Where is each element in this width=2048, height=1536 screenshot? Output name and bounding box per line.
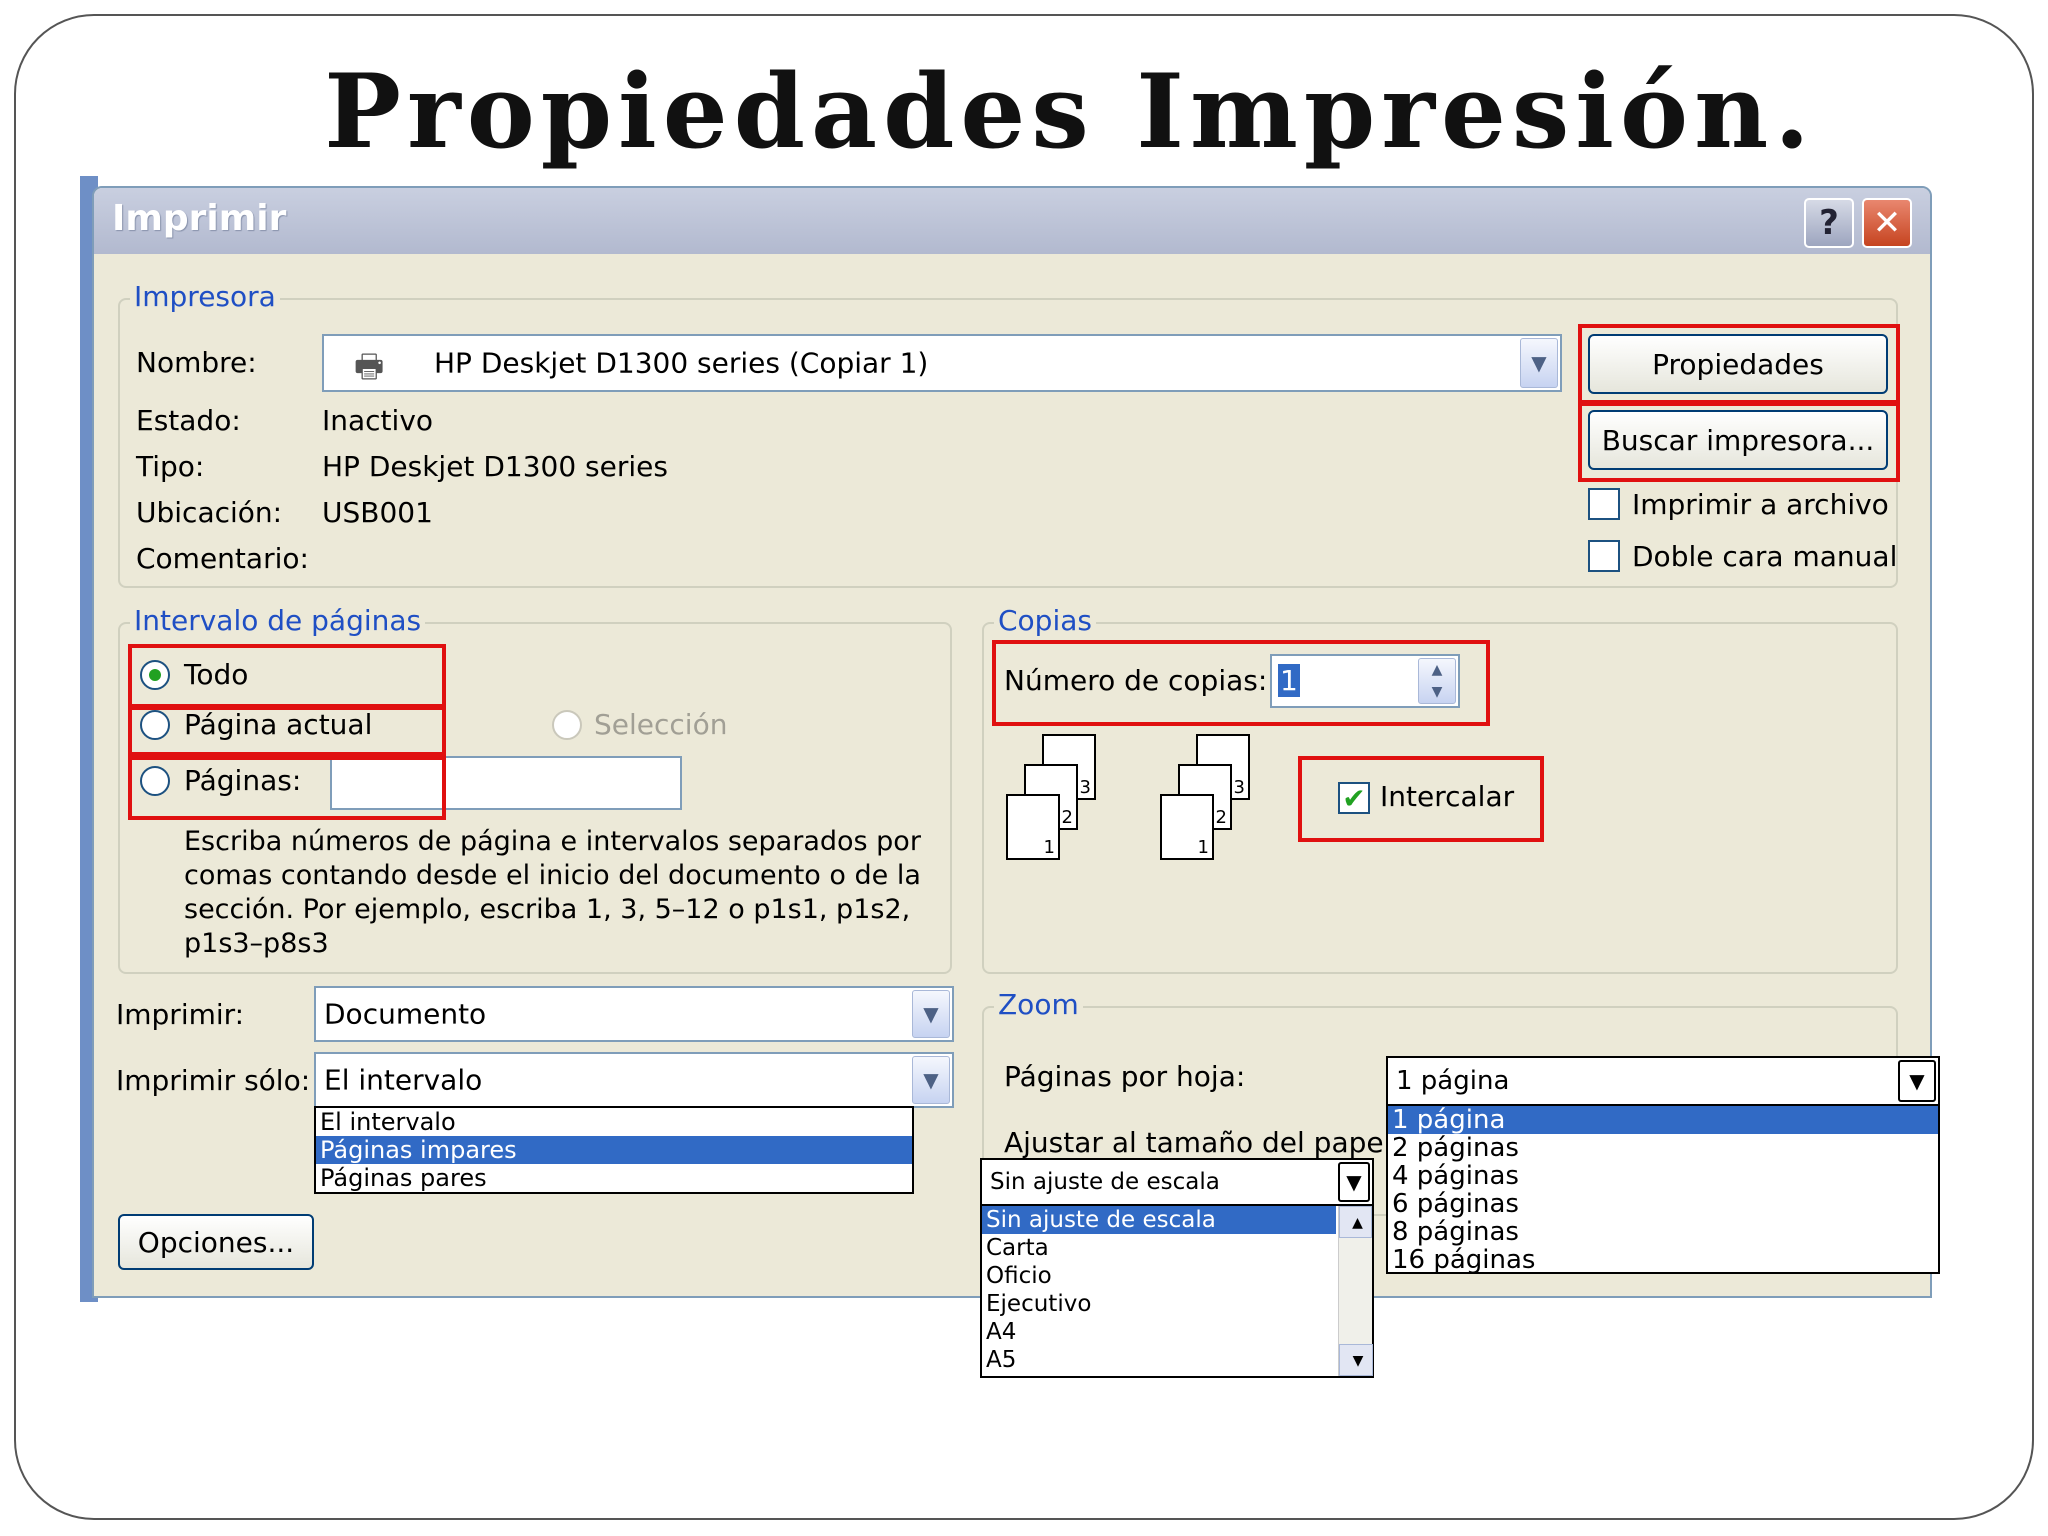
dropdown-scrollbar[interactable]: ▲ ▼ [1338,1206,1373,1376]
printer-location-label: Ubicación: [136,496,283,529]
page-range-legend: Intervalo de páginas [130,604,426,637]
annotation-box-copies [992,640,1490,726]
list-item[interactable]: Oficio [982,1262,1372,1290]
printer-name-combo[interactable]: 🖶 HP Deskjet D1300 series (Copiar 1) ▼ [322,334,1562,392]
page-range-help-line-2: comas contando desde el inicio del docum… [184,860,921,891]
list-item-selected[interactable]: Páginas impares [316,1136,912,1164]
list-item[interactable]: 2 páginas [1388,1134,1938,1162]
print-only-label: Imprimir sólo: [116,1064,311,1097]
page-range-help-line-4: p1s3–p8s3 [184,928,329,959]
copies-legend: Copias [994,604,1096,637]
page-range-help-line-3: sección. Por ejemplo, escriba 1, 3, 5–12… [184,894,911,925]
print-what-combo[interactable]: Documento ▼ [314,986,954,1042]
chevron-down-icon[interactable]: ▼ [1338,1162,1370,1202]
printer-status-value: Inactivo [322,404,434,437]
list-item[interactable]: 8 páginas [1388,1218,1938,1246]
options-button[interactable]: Opciones... [118,1214,314,1270]
dialog-title: Imprimir [112,198,287,239]
list-item[interactable]: 6 páginas [1388,1190,1938,1218]
slide-title: Propiedades Impresión. [324,52,1816,172]
chevron-down-icon[interactable]: ▼ [912,1056,950,1104]
help-button[interactable]: ? [1804,198,1854,248]
pages-per-sheet-label: Páginas por hoja: [1004,1060,1246,1093]
printer-icon: 🖶 [354,347,385,385]
list-item[interactable]: El intervalo [316,1108,912,1136]
print-what-value: Documento [324,997,487,1031]
printer-type-label: Tipo: [136,450,205,483]
list-item[interactable]: Páginas pares [316,1164,912,1192]
chevron-down-icon[interactable]: ▼ [1520,338,1558,388]
dialog-titlebar[interactable]: Imprimir ? ✕ [94,188,1930,254]
close-button[interactable]: ✕ [1862,198,1912,248]
list-item-selected[interactable]: 1 página [1388,1106,1938,1134]
manual-duplex-checkbox[interactable] [1588,540,1620,572]
print-to-file-checkbox[interactable] [1588,488,1620,520]
print-only-dropdown-list[interactable]: El intervalo Páginas impares Páginas par… [314,1106,914,1194]
printer-comment-label: Comentario: [136,542,309,575]
scale-to-paper-value: Sin ajuste de escala [990,1169,1220,1195]
collated-stack-icon: 3 2 1 [1160,734,1270,874]
pages-per-sheet-value: 1 página [1396,1066,1510,1096]
annotation-box-pages [128,756,446,820]
printer-name-label: Nombre: [136,346,257,379]
printer-status-label: Estado: [136,404,241,437]
print-only-combo[interactable]: El intervalo ▼ [314,1052,954,1108]
radio-selection[interactable] [552,710,582,740]
pages-per-sheet-combo[interactable]: 1 página ▼ [1386,1056,1940,1106]
annotation-box-find-printer [1578,400,1900,482]
chevron-down-icon[interactable]: ▼ [1339,1344,1373,1376]
scale-to-paper-dropdown-list[interactable]: Sin ajuste de escala Carta Oficio Ejecut… [980,1204,1374,1378]
printer-name-value: HP Deskjet D1300 series (Copiar 1) [434,346,929,380]
annotation-box-collate [1298,756,1544,842]
annotation-box-all [128,644,446,708]
annotation-box-properties [1578,324,1900,406]
zoom-legend: Zoom [994,988,1083,1021]
chevron-down-icon[interactable]: ▼ [1898,1060,1936,1102]
annotation-box-current-page [128,706,446,756]
list-item[interactable]: A5 [982,1346,1372,1374]
pages-per-sheet-dropdown-list[interactable]: 1 página 2 páginas 4 páginas 6 páginas 8… [1386,1104,1940,1274]
chevron-up-icon[interactable]: ▲ [1339,1206,1372,1238]
list-item[interactable]: 4 páginas [1388,1162,1938,1190]
page-range-help-line-1: Escriba números de página e intervalos s… [184,826,921,857]
printer-group-legend: Impresora [130,280,280,313]
radio-selection-label: Selección [594,708,728,741]
chevron-down-icon[interactable]: ▼ [912,990,950,1038]
list-item[interactable]: 16 páginas [1388,1246,1938,1274]
list-item[interactable]: Ejecutivo [982,1290,1372,1318]
printer-location-value: USB001 [322,496,433,529]
print-only-value: El intervalo [324,1063,483,1097]
scale-to-paper-label: Ajustar al tamaño del papel: [1004,1126,1401,1159]
list-item[interactable]: Carta [982,1234,1372,1262]
list-item[interactable]: A4 [982,1318,1372,1346]
print-to-file-label: Imprimir a archivo [1632,488,1889,521]
print-what-label: Imprimir: [116,998,245,1031]
list-item-selected[interactable]: Sin ajuste de escala [982,1206,1336,1234]
manual-duplex-label: Doble cara manual [1632,540,1898,573]
uncollated-stack-icon: 3 2 1 [1006,734,1116,874]
scale-to-paper-combo[interactable]: Sin ajuste de escala ▼ [980,1158,1374,1206]
printer-type-value: HP Deskjet D1300 series [322,450,668,483]
